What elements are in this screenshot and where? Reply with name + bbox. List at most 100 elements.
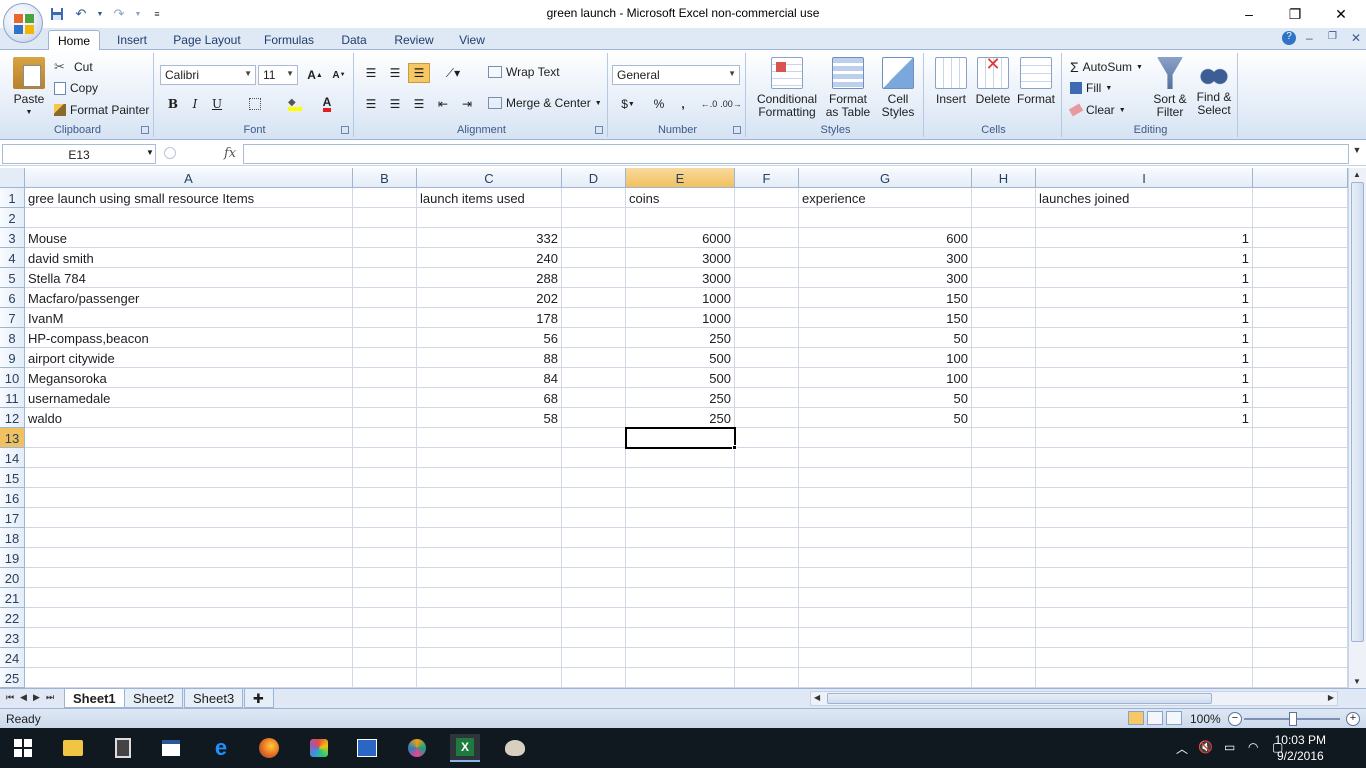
- cell-f23[interactable]: [735, 628, 799, 648]
- name-box-dropdown-icon[interactable]: ▼: [146, 148, 154, 157]
- cell-b10[interactable]: [353, 368, 417, 388]
- row-header[interactable]: 9: [0, 348, 25, 368]
- cell-i25[interactable]: [1036, 668, 1253, 688]
- cell-b15[interactable]: [353, 468, 417, 488]
- cell-g20[interactable]: [799, 568, 972, 588]
- cell-i13[interactable]: [1036, 428, 1253, 448]
- cell-j1[interactable]: [1253, 188, 1348, 208]
- row-header[interactable]: 21: [0, 588, 25, 608]
- cell-h14[interactable]: [972, 448, 1036, 468]
- comma-button[interactable]: ,: [672, 94, 694, 114]
- tab-page-layout[interactable]: Page Layout: [168, 30, 246, 51]
- cell-a11[interactable]: usernamedale: [25, 388, 353, 408]
- cell-e17[interactable]: [626, 508, 735, 528]
- insert-cells-button[interactable]: Insert: [930, 57, 972, 106]
- cell-j13[interactable]: [1253, 428, 1348, 448]
- spreadsheet-grid[interactable]: ABCDEFGHI 1 gree launch using small resou…: [0, 168, 1348, 688]
- close-button[interactable]: ✕: [1318, 0, 1364, 28]
- cell-c19[interactable]: [417, 548, 562, 568]
- find-select-button[interactable]: Find & Select: [1192, 57, 1236, 117]
- bold-button[interactable]: B: [162, 94, 184, 114]
- row-header[interactable]: 14: [0, 448, 25, 468]
- cell-e21[interactable]: [626, 588, 735, 608]
- cell-f13[interactable]: [735, 428, 799, 448]
- cell-f25[interactable]: [735, 668, 799, 688]
- cell-i8[interactable]: 1: [1036, 328, 1253, 348]
- cell-f24[interactable]: [735, 648, 799, 668]
- workbook-close-icon[interactable]: ✕: [1351, 31, 1361, 45]
- cell-b1[interactable]: [353, 188, 417, 208]
- cell-a2[interactable]: [25, 208, 353, 228]
- cell-f9[interactable]: [735, 348, 799, 368]
- cell-j6[interactable]: [1253, 288, 1348, 308]
- format-cells-button[interactable]: Format: [1014, 57, 1058, 106]
- cell-h1[interactable]: [972, 188, 1036, 208]
- cell-c1[interactable]: launch items used: [417, 188, 562, 208]
- cell-a6[interactable]: Macfaro/passenger: [25, 288, 353, 308]
- cell-e7[interactable]: 1000: [626, 308, 735, 328]
- cell-g10[interactable]: 100: [799, 368, 972, 388]
- cell-d17[interactable]: [562, 508, 626, 528]
- cell-g21[interactable]: [799, 588, 972, 608]
- pinwheel-app-icon[interactable]: [402, 734, 432, 762]
- cell-h24[interactable]: [972, 648, 1036, 668]
- increase-decimal-icon[interactable]: ←.0: [698, 94, 720, 114]
- cell-g5[interactable]: 300: [799, 268, 972, 288]
- cell-a15[interactable]: [25, 468, 353, 488]
- cell-i3[interactable]: 1: [1036, 228, 1253, 248]
- cell-i9[interactable]: 1: [1036, 348, 1253, 368]
- zoom-in-icon[interactable]: +: [1346, 712, 1360, 726]
- cell-g18[interactable]: [799, 528, 972, 548]
- currency-button[interactable]: $ ▼: [614, 94, 642, 114]
- cell-b23[interactable]: [353, 628, 417, 648]
- increase-indent-icon[interactable]: ⇥: [456, 94, 478, 114]
- cell-h6[interactable]: [972, 288, 1036, 308]
- cell-f19[interactable]: [735, 548, 799, 568]
- cell-a4[interactable]: david smith: [25, 248, 353, 268]
- fill-button[interactable]: Fill ▼: [1070, 81, 1112, 95]
- cell-b12[interactable]: [353, 408, 417, 428]
- cell-e24[interactable]: [626, 648, 735, 668]
- cell-a25[interactable]: [25, 668, 353, 688]
- cell-b5[interactable]: [353, 268, 417, 288]
- cell-e22[interactable]: [626, 608, 735, 628]
- page-layout-view-icon[interactable]: [1147, 711, 1163, 725]
- cell-f11[interactable]: [735, 388, 799, 408]
- cell-d16[interactable]: [562, 488, 626, 508]
- column-header-j[interactable]: [1253, 168, 1348, 188]
- battery-icon[interactable]: ▭: [1224, 740, 1235, 754]
- row-header[interactable]: 11: [0, 388, 25, 408]
- cell-h8[interactable]: [972, 328, 1036, 348]
- cell-f7[interactable]: [735, 308, 799, 328]
- cell-c5[interactable]: 288: [417, 268, 562, 288]
- cell-f21[interactable]: [735, 588, 799, 608]
- cell-f1[interactable]: [735, 188, 799, 208]
- cell-g17[interactable]: [799, 508, 972, 528]
- cell-g7[interactable]: 150: [799, 308, 972, 328]
- number-launcher-icon[interactable]: [733, 126, 741, 134]
- cell-j5[interactable]: [1253, 268, 1348, 288]
- cell-g2[interactable]: [799, 208, 972, 228]
- cell-b25[interactable]: [353, 668, 417, 688]
- cell-g14[interactable]: [799, 448, 972, 468]
- cell-b3[interactable]: [353, 228, 417, 248]
- cell-j20[interactable]: [1253, 568, 1348, 588]
- cell-i6[interactable]: 1: [1036, 288, 1253, 308]
- cell-j3[interactable]: [1253, 228, 1348, 248]
- cell-a9[interactable]: airport citywide: [25, 348, 353, 368]
- cell-f4[interactable]: [735, 248, 799, 268]
- cell-g24[interactable]: [799, 648, 972, 668]
- cell-c10[interactable]: 84: [417, 368, 562, 388]
- cell-f5[interactable]: [735, 268, 799, 288]
- cell-i14[interactable]: [1036, 448, 1253, 468]
- cell-d2[interactable]: [562, 208, 626, 228]
- cell-a16[interactable]: [25, 488, 353, 508]
- number-format-combo[interactable]: General ▼: [612, 65, 740, 85]
- cell-j24[interactable]: [1253, 648, 1348, 668]
- fill-handle[interactable]: [732, 445, 737, 450]
- cell-i21[interactable]: [1036, 588, 1253, 608]
- cell-a10[interactable]: Megansoroka: [25, 368, 353, 388]
- cell-h7[interactable]: [972, 308, 1036, 328]
- column-header-b[interactable]: B: [353, 168, 417, 188]
- cell-d4[interactable]: [562, 248, 626, 268]
